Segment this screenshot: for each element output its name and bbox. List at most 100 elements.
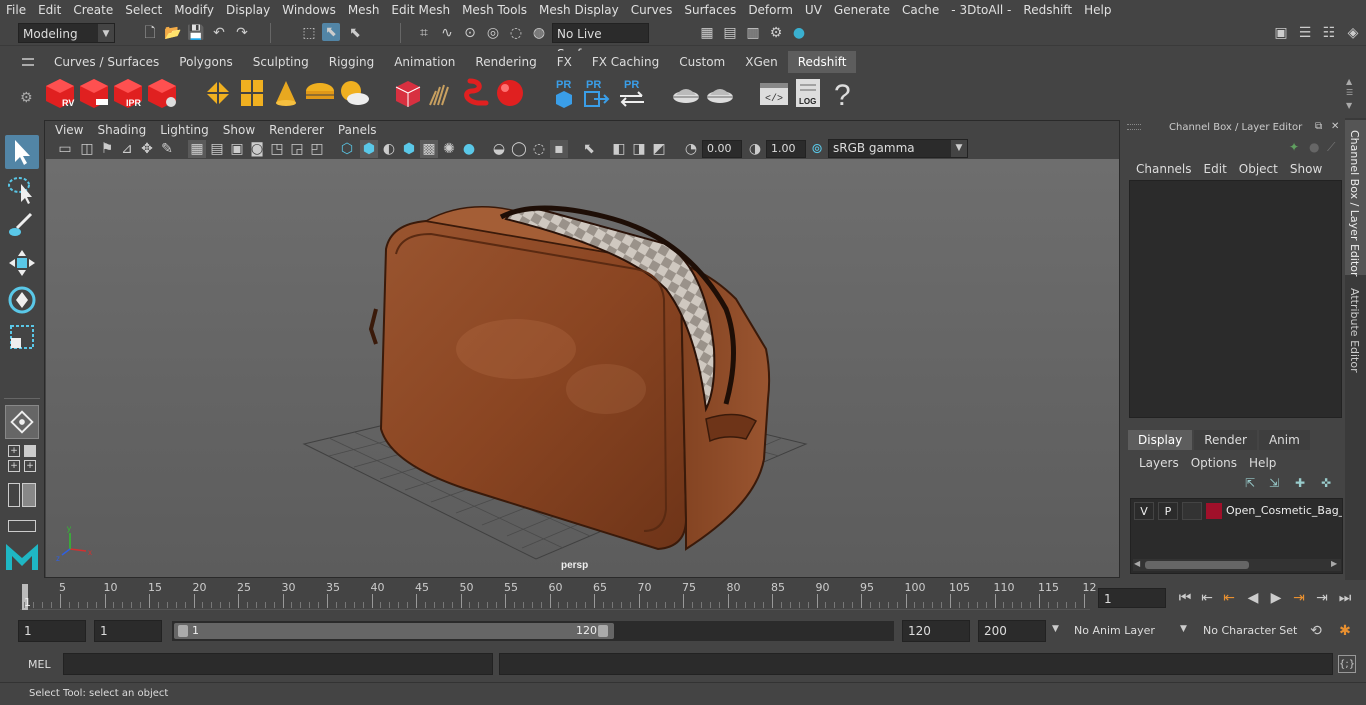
start-time-field[interactable]: 1 — [18, 620, 86, 642]
two-pane-layout-icon[interactable]: + — [8, 460, 20, 472]
anim-layer-dropdown[interactable]: ▼ No Anim Layer — [1050, 620, 1174, 642]
script-editor-icon[interactable]: {;} — [1338, 655, 1356, 673]
menu-cache[interactable]: Cache — [896, 0, 945, 20]
camera-attributes-icon[interactable]: ◫ — [78, 140, 96, 158]
layer-scrollbar[interactable]: ◀ ▶ — [1133, 559, 1341, 571]
viewport-menu-renderer[interactable]: Renderer — [262, 121, 331, 139]
layer-menu-layers[interactable]: Layers — [1133, 455, 1185, 471]
safe-action-icon[interactable]: ◲ — [288, 140, 306, 158]
menu-generate[interactable]: Generate — [828, 0, 896, 20]
command-input[interactable] — [63, 653, 493, 675]
depth-of-field-icon[interactable]: ▪ — [550, 140, 568, 158]
smooth-shade-icon[interactable]: ⬢ — [360, 140, 378, 158]
gate-mask-icon[interactable]: ◙ — [248, 140, 266, 158]
channel-box-icon-2[interactable]: ● — [1309, 140, 1319, 154]
render-view-icon[interactable]: ▦ — [698, 24, 716, 42]
shelf-tab-fx-caching[interactable]: FX Caching — [581, 51, 670, 73]
textured-icon[interactable]: ⬢ — [400, 140, 418, 158]
motion-blur-icon[interactable]: ◯ — [510, 140, 528, 158]
menu-file[interactable]: File — [0, 0, 32, 20]
redo-icon[interactable]: ↷ — [233, 24, 251, 42]
ambient-occlusion-icon[interactable]: ◒ — [490, 140, 508, 158]
persp-graph-icon[interactable] — [22, 483, 36, 507]
layer-tab-display[interactable]: Display — [1128, 430, 1193, 450]
layer-display-type[interactable] — [1182, 502, 1202, 520]
redshift-bake-icon[interactable] — [670, 77, 702, 109]
move-layer-down-icon[interactable]: ⇲ — [1269, 476, 1279, 490]
undo-icon[interactable]: ↶ — [210, 24, 228, 42]
redshift-area-light-icon[interactable] — [202, 77, 234, 109]
grease-pencil-icon[interactable]: ✎ — [158, 140, 176, 158]
redshift-proxy-icon[interactable] — [392, 77, 424, 109]
layer-menu-options[interactable]: Options — [1185, 455, 1243, 471]
range-slider[interactable]: 1 120 — [172, 621, 894, 641]
select-component-icon[interactable]: ⬉ — [346, 24, 364, 42]
scale-tool-icon[interactable] — [5, 320, 39, 354]
redshift-sphere-icon[interactable] — [494, 77, 526, 109]
persp-outliner-icon[interactable] — [8, 483, 20, 507]
live-surface-field[interactable]: No Live Surface — [552, 23, 649, 61]
step-forward-key-icon[interactable]: ⇥ — [1290, 589, 1308, 607]
grid-icon[interactable]: ▦ — [188, 140, 206, 158]
redshift-pr-cube-icon[interactable]: PR — [548, 77, 580, 109]
redshift-pr-swap-icon[interactable]: PR — [616, 77, 648, 109]
new-layer-icon[interactable]: ✚ — [1295, 476, 1305, 490]
lights-icon[interactable]: ✺ — [440, 140, 458, 158]
end-time-field[interactable]: 200 — [978, 620, 1046, 642]
menu-mesh-tools[interactable]: Mesh Tools — [456, 0, 533, 20]
layer-tab-anim[interactable]: Anim — [1258, 430, 1310, 450]
modeling-toolkit-icon[interactable]: ◈ — [1344, 24, 1362, 42]
wireframe-on-shaded-icon[interactable]: ◐ — [380, 140, 398, 158]
outliner-layout-icon[interactable]: + — [24, 460, 36, 472]
anim-preferences-icon[interactable]: ✱ — [1336, 622, 1354, 640]
colorspace-dropdown[interactable]: sRGB gamma ▼ — [828, 139, 968, 158]
menu-modify[interactable]: Modify — [168, 0, 220, 20]
snap-live-icon[interactable]: ◍ — [530, 24, 548, 42]
render-frame-icon[interactable]: ▤ — [721, 24, 739, 42]
scrollbar-thumb[interactable] — [1145, 561, 1249, 569]
menu-create[interactable]: Create — [67, 0, 119, 20]
viewport-menu-lighting[interactable]: Lighting — [153, 121, 216, 139]
layer-playback-toggle[interactable]: P — [1158, 502, 1178, 520]
wireframe-icon[interactable]: ⬡ — [338, 140, 356, 158]
menu-help[interactable]: Help — [1078, 0, 1117, 20]
step-back-frame-icon[interactable]: ⇤ — [1198, 589, 1216, 607]
side-tab-channel-box[interactable]: Channel Box / Layer Editor — [1345, 120, 1366, 277]
redshift-pr-export-icon[interactable]: PR — [580, 77, 612, 109]
mode-dropdown[interactable]: Modeling ▼ — [18, 23, 115, 43]
snap-point-icon[interactable]: ⊙ — [461, 24, 479, 42]
lasso-tool-icon[interactable] — [5, 172, 39, 206]
menu-display[interactable]: Display — [220, 0, 276, 20]
hypershade-icon[interactable]: ● — [790, 24, 808, 42]
anti-alias-icon[interactable]: ◌ — [530, 140, 548, 158]
redshift-dome-light-icon[interactable] — [304, 77, 336, 109]
playback-start-field[interactable]: 1 — [94, 620, 162, 642]
shelf-tab-animation[interactable]: Animation — [384, 51, 466, 73]
redshift-script-editor-icon[interactable]: </> — [758, 77, 790, 109]
select-tool-icon[interactable] — [5, 135, 39, 169]
attribute-editor-toggle-icon[interactable]: ☷ — [1320, 24, 1338, 42]
field-chart-icon[interactable]: ◳ — [268, 140, 286, 158]
menu-edit-mesh[interactable]: Edit Mesh — [385, 0, 456, 20]
color-management-icon[interactable]: ⊚ — [808, 140, 826, 158]
step-back-key-icon[interactable]: ⇤ — [1220, 589, 1238, 607]
four-pane-layout-icon[interactable] — [24, 445, 36, 457]
redshift-render-view-icon[interactable]: RV — [44, 77, 76, 109]
isolate-select-icon[interactable]: ⬉ — [580, 140, 598, 158]
new-layer-selected-icon[interactable]: ✜ — [1321, 476, 1331, 490]
channel-box-icon-1[interactable]: ✦ — [1289, 140, 1299, 154]
move-tool-icon[interactable] — [5, 246, 39, 280]
character-set-dropdown[interactable]: ▼ No Character Set — [1178, 620, 1302, 642]
select-hierarchy-icon[interactable]: ⬚ — [300, 24, 318, 42]
shelf-scroll-up-icon[interactable]: ▲ — [1346, 77, 1352, 86]
close-panel-icon[interactable]: ✕ — [1331, 121, 1339, 132]
layer-row[interactable]: V P Open_Cosmetic_Bag_L — [1132, 501, 1342, 521]
command-language-label[interactable]: MEL — [28, 658, 51, 671]
redshift-ipr-icon[interactable]: IPR — [112, 77, 144, 109]
auto-key-icon[interactable]: ⟲ — [1307, 622, 1325, 640]
shelf-tab-custom[interactable]: Custom — [669, 51, 736, 73]
exposure-field[interactable]: 0.00 — [702, 140, 742, 158]
rotate-tool-icon[interactable] — [5, 283, 39, 317]
channel-list[interactable] — [1129, 180, 1342, 418]
menu-surfaces[interactable]: Surfaces — [678, 0, 742, 20]
